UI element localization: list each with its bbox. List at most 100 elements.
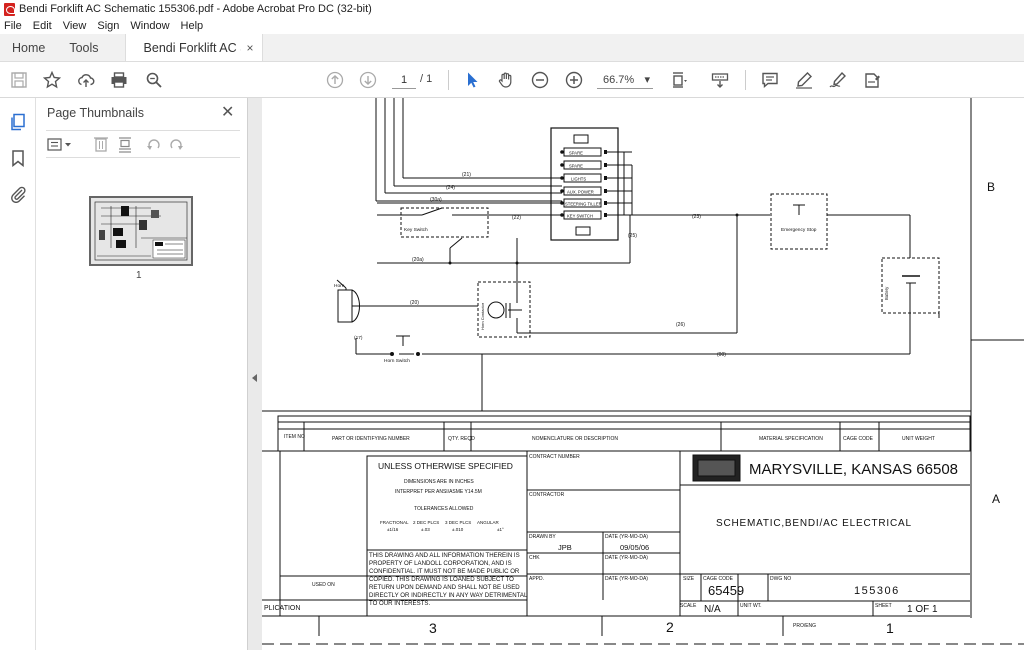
sign-icon[interactable] xyxy=(828,70,848,90)
page-number-input[interactable] xyxy=(392,71,416,89)
tolerances-label: TOLERANCES ALLOWED xyxy=(414,506,474,512)
prev-page-icon[interactable] xyxy=(325,70,345,90)
menu-bar: File Edit View Sign Window Help xyxy=(0,18,1024,34)
wire-label-20: (20) xyxy=(410,300,419,306)
save-icon[interactable] xyxy=(9,70,29,90)
drawing-number-label: DWG NO xyxy=(770,576,791,582)
scale-label: SCALE xyxy=(680,603,697,609)
panel-title: Page Thumbnails xyxy=(47,106,145,120)
menu-file[interactable]: File xyxy=(4,20,22,32)
notice-line-5: RETURN UPON DEMAND AND SHALL NOT BE USED xyxy=(369,584,520,591)
page-total: / 1 xyxy=(420,73,433,85)
switch-label-lights: LIGHTS xyxy=(571,177,586,182)
tab-document[interactable]: Bendi Forklift AC Sc... × xyxy=(124,34,263,61)
pro-eng-label: PRO/ENG xyxy=(793,623,816,629)
wire-label-21: (21) xyxy=(462,172,471,178)
switch-label-spare-2: SPARE xyxy=(569,164,583,169)
battery-label: Battery xyxy=(884,286,889,300)
close-icon[interactable]: ✕ xyxy=(221,102,234,122)
application-label: PLICATION xyxy=(264,605,300,612)
bookmark-icon[interactable] xyxy=(8,148,28,168)
collapse-left-icon[interactable] xyxy=(252,374,257,382)
wire-label-00: (00) xyxy=(717,352,726,358)
menu-help[interactable]: Help xyxy=(181,20,204,32)
col-item-no: ITEM NO xyxy=(284,434,305,440)
print-icon[interactable] xyxy=(109,70,129,90)
col-cage-code: CAGE CODE xyxy=(843,436,874,442)
zoom-level-value: 66.7% xyxy=(603,73,635,86)
unit-weight-label: UNIT WT. xyxy=(740,603,762,609)
wire-label-23: (23) xyxy=(692,214,701,220)
tab-bar: Home Tools Bendi Forklift AC Sc... × xyxy=(0,34,1024,62)
tol-2dec-label: 2 DEC PLCS xyxy=(413,520,439,525)
document-viewport[interactable]: SPARE SPARE LIGHTS AUX. POWER STEERING T… xyxy=(262,98,1024,650)
schematic-page: SPARE SPARE LIGHTS AUX. POWER STEERING T… xyxy=(262,98,1024,645)
company-location: MARYSVILLE, KANSAS 66508 xyxy=(749,461,958,478)
date-label-drawn: DATE (YR-MO-DA) xyxy=(605,534,648,540)
tab-close-icon[interactable]: × xyxy=(247,41,254,55)
date-label-checked: DATE (YR-MO-DA) xyxy=(605,555,648,561)
attachment-icon[interactable] xyxy=(8,184,28,204)
next-page-icon[interactable] xyxy=(358,70,378,90)
thumbnail-toolbar xyxy=(46,130,240,158)
tab-document-label: Bendi Forklift AC Sc... xyxy=(143,40,241,55)
horn-contactor-label: Horn Contactor xyxy=(480,302,485,330)
zone-b-label: B xyxy=(987,180,995,194)
drawn-date-value: 09/05/06 xyxy=(620,543,649,552)
acrobat-logo-icon xyxy=(4,2,15,16)
sheet-value: 1 OF 1 xyxy=(907,604,938,615)
wire-label-22: (22) xyxy=(512,215,521,221)
switch-label-key-switch: KEY SWITCH xyxy=(567,214,593,219)
menu-view[interactable]: View xyxy=(63,20,87,32)
zoom-out-icon[interactable] xyxy=(530,70,550,90)
chevron-down-icon: ▾ xyxy=(644,74,650,86)
tol-angular-label: ANGULAR xyxy=(477,520,500,525)
insert-pages-icon[interactable] xyxy=(119,137,131,153)
search-icon[interactable] xyxy=(144,70,164,90)
wire-label-26: (26) xyxy=(676,322,685,328)
tol-angular-value: ±1° xyxy=(497,527,504,532)
notice-line-3: CONFIDENTIAL. IT MUST NOT BE MADE PUBLIC… xyxy=(369,568,520,575)
cloud-upload-icon[interactable] xyxy=(76,70,96,90)
toolbar-divider xyxy=(448,70,449,90)
hand-tool-icon[interactable] xyxy=(496,70,516,90)
trash-icon[interactable] xyxy=(94,137,108,152)
page-thumbnails-icon[interactable] xyxy=(8,112,28,132)
page-fit-icon[interactable] xyxy=(670,70,690,90)
contractor-label: CONTRACTOR xyxy=(529,492,565,498)
fill-sign-icon[interactable] xyxy=(862,70,882,90)
interpret-note: INTERPRET PER ANSI/ASME Y14.5M xyxy=(395,489,482,495)
thumbnail-options-icon[interactable] xyxy=(47,138,71,151)
zoom-level-dropdown[interactable]: 66.7% ▾ xyxy=(597,71,653,89)
comment-icon[interactable] xyxy=(760,70,780,90)
rotate-counterclockwise-icon[interactable] xyxy=(147,139,160,150)
contract-number-label: CONTRACT NUMBER xyxy=(529,454,580,460)
scale-value: N/A xyxy=(704,604,721,615)
switch-label-steering-tiller: STEERING TILLER xyxy=(565,202,602,207)
key-switch-label: Key Switch xyxy=(404,227,428,233)
menu-sign[interactable]: Sign xyxy=(97,20,119,32)
tol-fractional-value: ±1/16 xyxy=(387,527,399,532)
panel-collapse-bar[interactable] xyxy=(248,98,262,650)
col-description: NOMENCLATURE OR DESCRIPTION xyxy=(532,436,618,442)
tab-home[interactable]: Home xyxy=(0,34,57,61)
keyboard-tools-icon[interactable] xyxy=(710,70,730,90)
rotate-clockwise-icon[interactable] xyxy=(170,139,183,150)
select-cursor-icon[interactable] xyxy=(462,70,482,90)
approved-label: APPD. xyxy=(529,576,544,582)
tab-tools[interactable]: Tools xyxy=(57,34,110,61)
tol-fractional-label: FRACTIONAL xyxy=(380,520,409,525)
size-label: SIZE xyxy=(683,576,695,582)
horn-switch-label: Horn Switch xyxy=(384,358,410,364)
menu-window[interactable]: Window xyxy=(130,20,169,32)
switch-label-spare-1: SPARE xyxy=(569,151,583,156)
menu-edit[interactable]: Edit xyxy=(33,20,52,32)
zoom-in-icon[interactable] xyxy=(564,70,584,90)
bookmark-star-icon[interactable] xyxy=(42,70,62,90)
highlight-pen-icon[interactable] xyxy=(794,70,814,90)
cage-code-value: 65459 xyxy=(708,583,744,598)
wire-label-20a: (20a) xyxy=(412,257,424,263)
drawn-by-value: JPB xyxy=(558,543,572,552)
toolbar-divider xyxy=(745,70,746,90)
page-thumbnail[interactable] xyxy=(89,196,193,266)
